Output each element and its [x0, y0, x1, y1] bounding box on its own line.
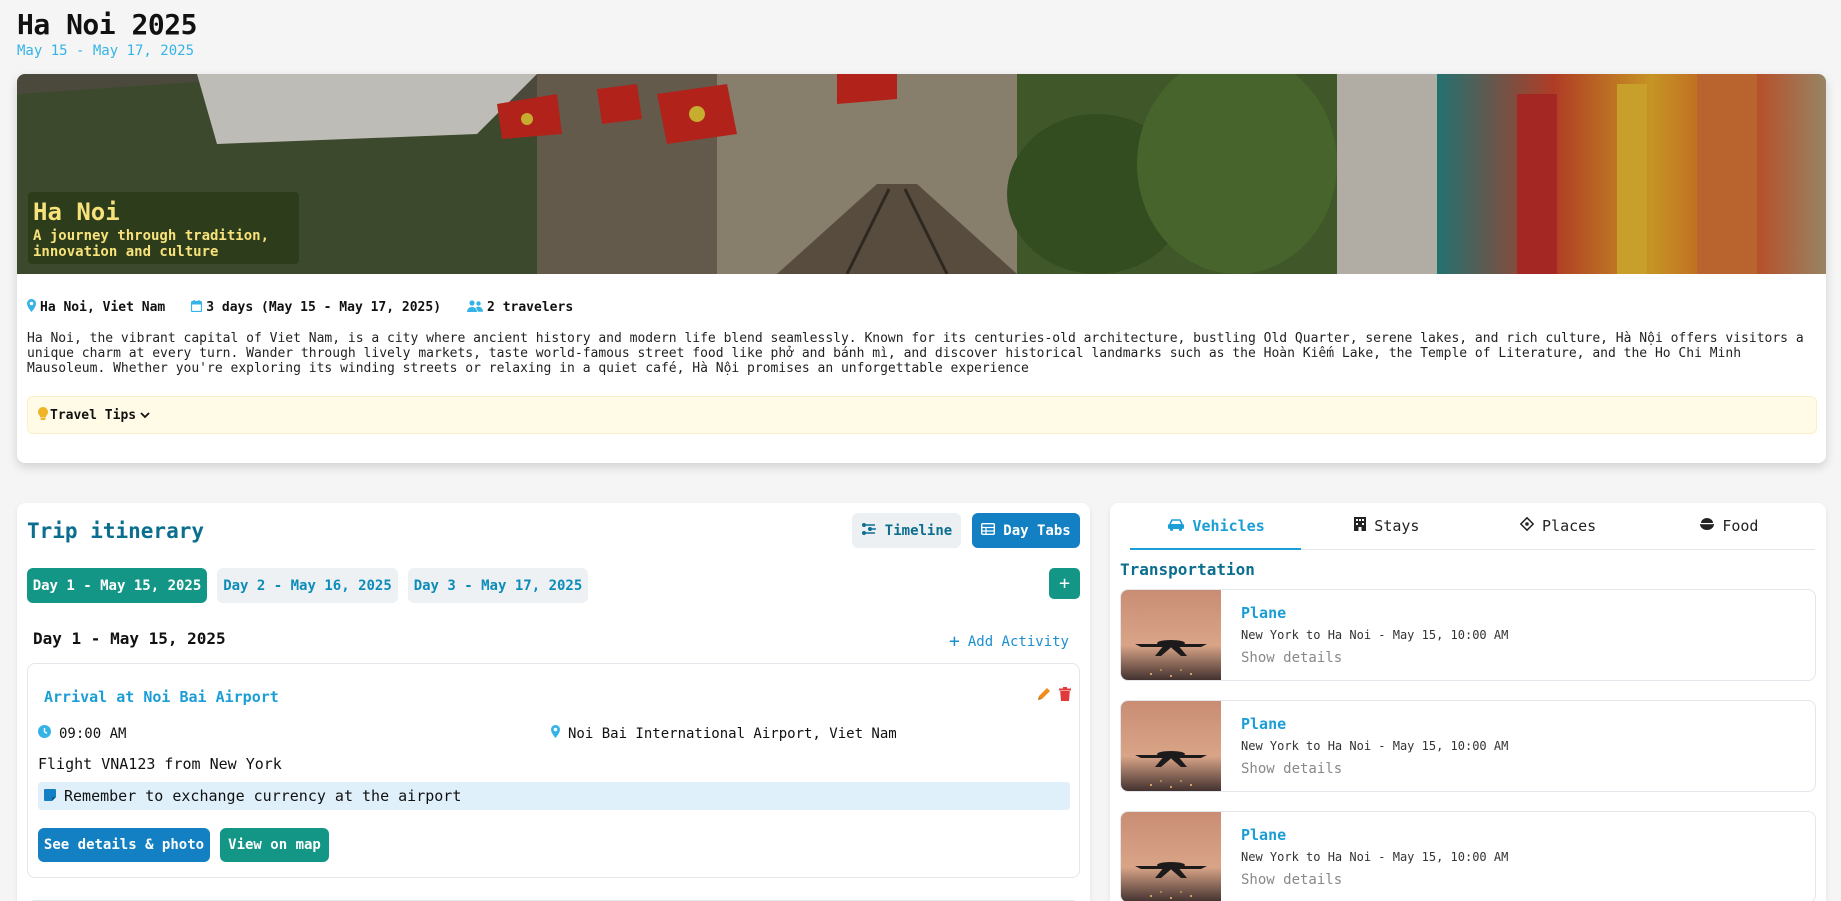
hero-subtitle: A journey through tradition, innovation …: [33, 228, 270, 260]
location-diamond-icon: [1519, 516, 1542, 535]
travel-tips-toggle[interactable]: Travel Tips: [27, 396, 1817, 434]
day-heading: Day 1 - May 15, 2025: [33, 629, 226, 648]
vehicle-route: New York to Ha Noi - May 15, 10:00 AM: [1241, 739, 1509, 753]
add-day-button[interactable]: +: [1049, 568, 1080, 599]
tab-food[interactable]: Food: [1644, 503, 1815, 549]
meta-duration-text: 3 days (May 15 - May 17, 2025): [206, 300, 442, 315]
page-dates: May 15 - May 17, 2025: [17, 43, 195, 59]
vehicle-name: Plane: [1241, 715, 1287, 733]
plus-icon: +: [949, 631, 960, 652]
vehicle-route: New York to Ha Noi - May 15, 10:00 AM: [1241, 628, 1509, 642]
transportation-heading: Transportation: [1120, 560, 1255, 579]
view-on-map-button[interactable]: View on map: [220, 828, 329, 862]
sticky-note-icon: [44, 787, 64, 805]
show-details-link[interactable]: Show details: [1241, 761, 1342, 777]
timeline-view-label: Timeline: [884, 522, 953, 539]
plane-photo: [1121, 701, 1221, 791]
activity-time-text: 09:00 AM: [59, 725, 127, 742]
vehicle-card[interactable]: Plane New York to Ha Noi - May 15, 10:00…: [1120, 811, 1816, 901]
map-pin-icon: [551, 725, 568, 742]
lightbulb-icon: [38, 406, 50, 424]
tab-stays[interactable]: Stays: [1301, 503, 1472, 549]
day-tab-3[interactable]: Day 3 - May 17, 2025: [408, 568, 588, 603]
meta-location: Ha Noi, Viet Nam: [27, 299, 165, 316]
tab-food-label: Food: [1722, 517, 1759, 535]
page-header: Ha Noi 2025 May 15 - May 17, 2025: [17, 8, 197, 59]
food-bowl-icon: [1700, 517, 1722, 535]
activity-card: Arrival at Noi Bai Airport 09:00 AM Noi …: [27, 663, 1080, 878]
vehicle-card[interactable]: Plane New York to Ha Noi - May 15, 10:00…: [1120, 589, 1816, 681]
vehicle-route: New York to Ha Noi - May 15, 10:00 AM: [1241, 850, 1509, 864]
add-activity-button[interactable]: + Add Activity: [949, 631, 1069, 652]
show-details-link[interactable]: Show details: [1241, 650, 1342, 666]
activity-time: 09:00 AM: [38, 725, 126, 742]
timeline-icon: [861, 522, 885, 540]
itinerary-title: Trip itinerary: [27, 519, 205, 543]
plane-photo: [1121, 590, 1221, 680]
hero-card: Ha Noi A journey through tradition, inno…: [17, 74, 1826, 463]
tab-places-label: Places: [1542, 517, 1597, 535]
hero-overlay: Ha Noi A journey through tradition, inno…: [28, 192, 299, 264]
day-tab-1[interactable]: Day 1 - May 15, 2025: [27, 568, 207, 603]
car-icon: [1167, 517, 1193, 535]
resource-tabs: Vehicles Stays Places Food: [1130, 503, 1815, 550]
itinerary-panel: Trip itinerary Timeline Day Tabs Day 1 -…: [17, 503, 1090, 901]
activity-note: Remember to exchange currency at the air…: [38, 782, 1070, 810]
vehicle-name: Plane: [1241, 604, 1287, 622]
day-tab-2[interactable]: Day 2 - May 16, 2025: [217, 568, 398, 603]
trip-meta: Ha Noi, Viet Nam 3 days (May 15 - May 17…: [27, 299, 599, 316]
meta-duration: 3 days (May 15 - May 17, 2025): [191, 299, 442, 316]
activity-description: Flight VNA123 from New York: [38, 755, 282, 773]
hero-title: Ha Noi: [33, 198, 120, 226]
plane-photo: [1121, 812, 1221, 901]
table-icon: [981, 522, 1003, 539]
tab-vehicles[interactable]: Vehicles: [1130, 503, 1302, 550]
chevron-down-icon: [140, 408, 152, 423]
activity-location-text: Noi Bai International Airport, Viet Nam: [568, 725, 897, 742]
activity-note-text: Remember to exchange currency at the air…: [64, 787, 462, 805]
users-icon: [467, 299, 487, 316]
tab-vehicles-label: Vehicles: [1192, 517, 1265, 535]
meta-travelers-text: 2 travelers: [487, 300, 574, 315]
meta-travelers: 2 travelers: [467, 299, 574, 316]
tab-stays-label: Stays: [1374, 517, 1420, 535]
show-details-link[interactable]: Show details: [1241, 872, 1342, 888]
delete-trash-icon[interactable]: [1059, 686, 1071, 705]
day-tabs-view-button[interactable]: Day Tabs: [972, 513, 1080, 548]
meta-location-text: Ha Noi, Viet Nam: [40, 300, 166, 315]
timeline-view-button[interactable]: Timeline: [852, 513, 961, 548]
map-pin-icon: [27, 299, 40, 316]
calendar-icon: [191, 299, 206, 316]
see-details-button[interactable]: See details & photo: [38, 828, 210, 862]
day-tabs-view-label: Day Tabs: [1003, 522, 1071, 539]
travel-tips-label: Travel Tips: [50, 407, 137, 423]
activity-location: Noi Bai International Airport, Viet Nam: [551, 725, 897, 742]
hotel-icon: [1354, 517, 1374, 535]
trip-description: Ha Noi, the vibrant capital of Viet Nam,…: [27, 331, 1804, 376]
clock-icon: [38, 725, 59, 742]
resources-panel: Vehicles Stays Places Food Transportatio…: [1110, 503, 1826, 901]
activity-actions: [1037, 686, 1071, 705]
tab-places[interactable]: Places: [1473, 503, 1644, 549]
vehicle-card[interactable]: Plane New York to Ha Noi - May 15, 10:00…: [1120, 700, 1816, 792]
activity-title: Arrival at Noi Bai Airport: [44, 688, 279, 706]
add-activity-label: Add Activity: [967, 634, 1069, 650]
edit-pencil-icon[interactable]: [1037, 686, 1051, 705]
page-title: Ha Noi 2025: [17, 8, 197, 41]
vehicle-name: Plane: [1241, 826, 1287, 844]
